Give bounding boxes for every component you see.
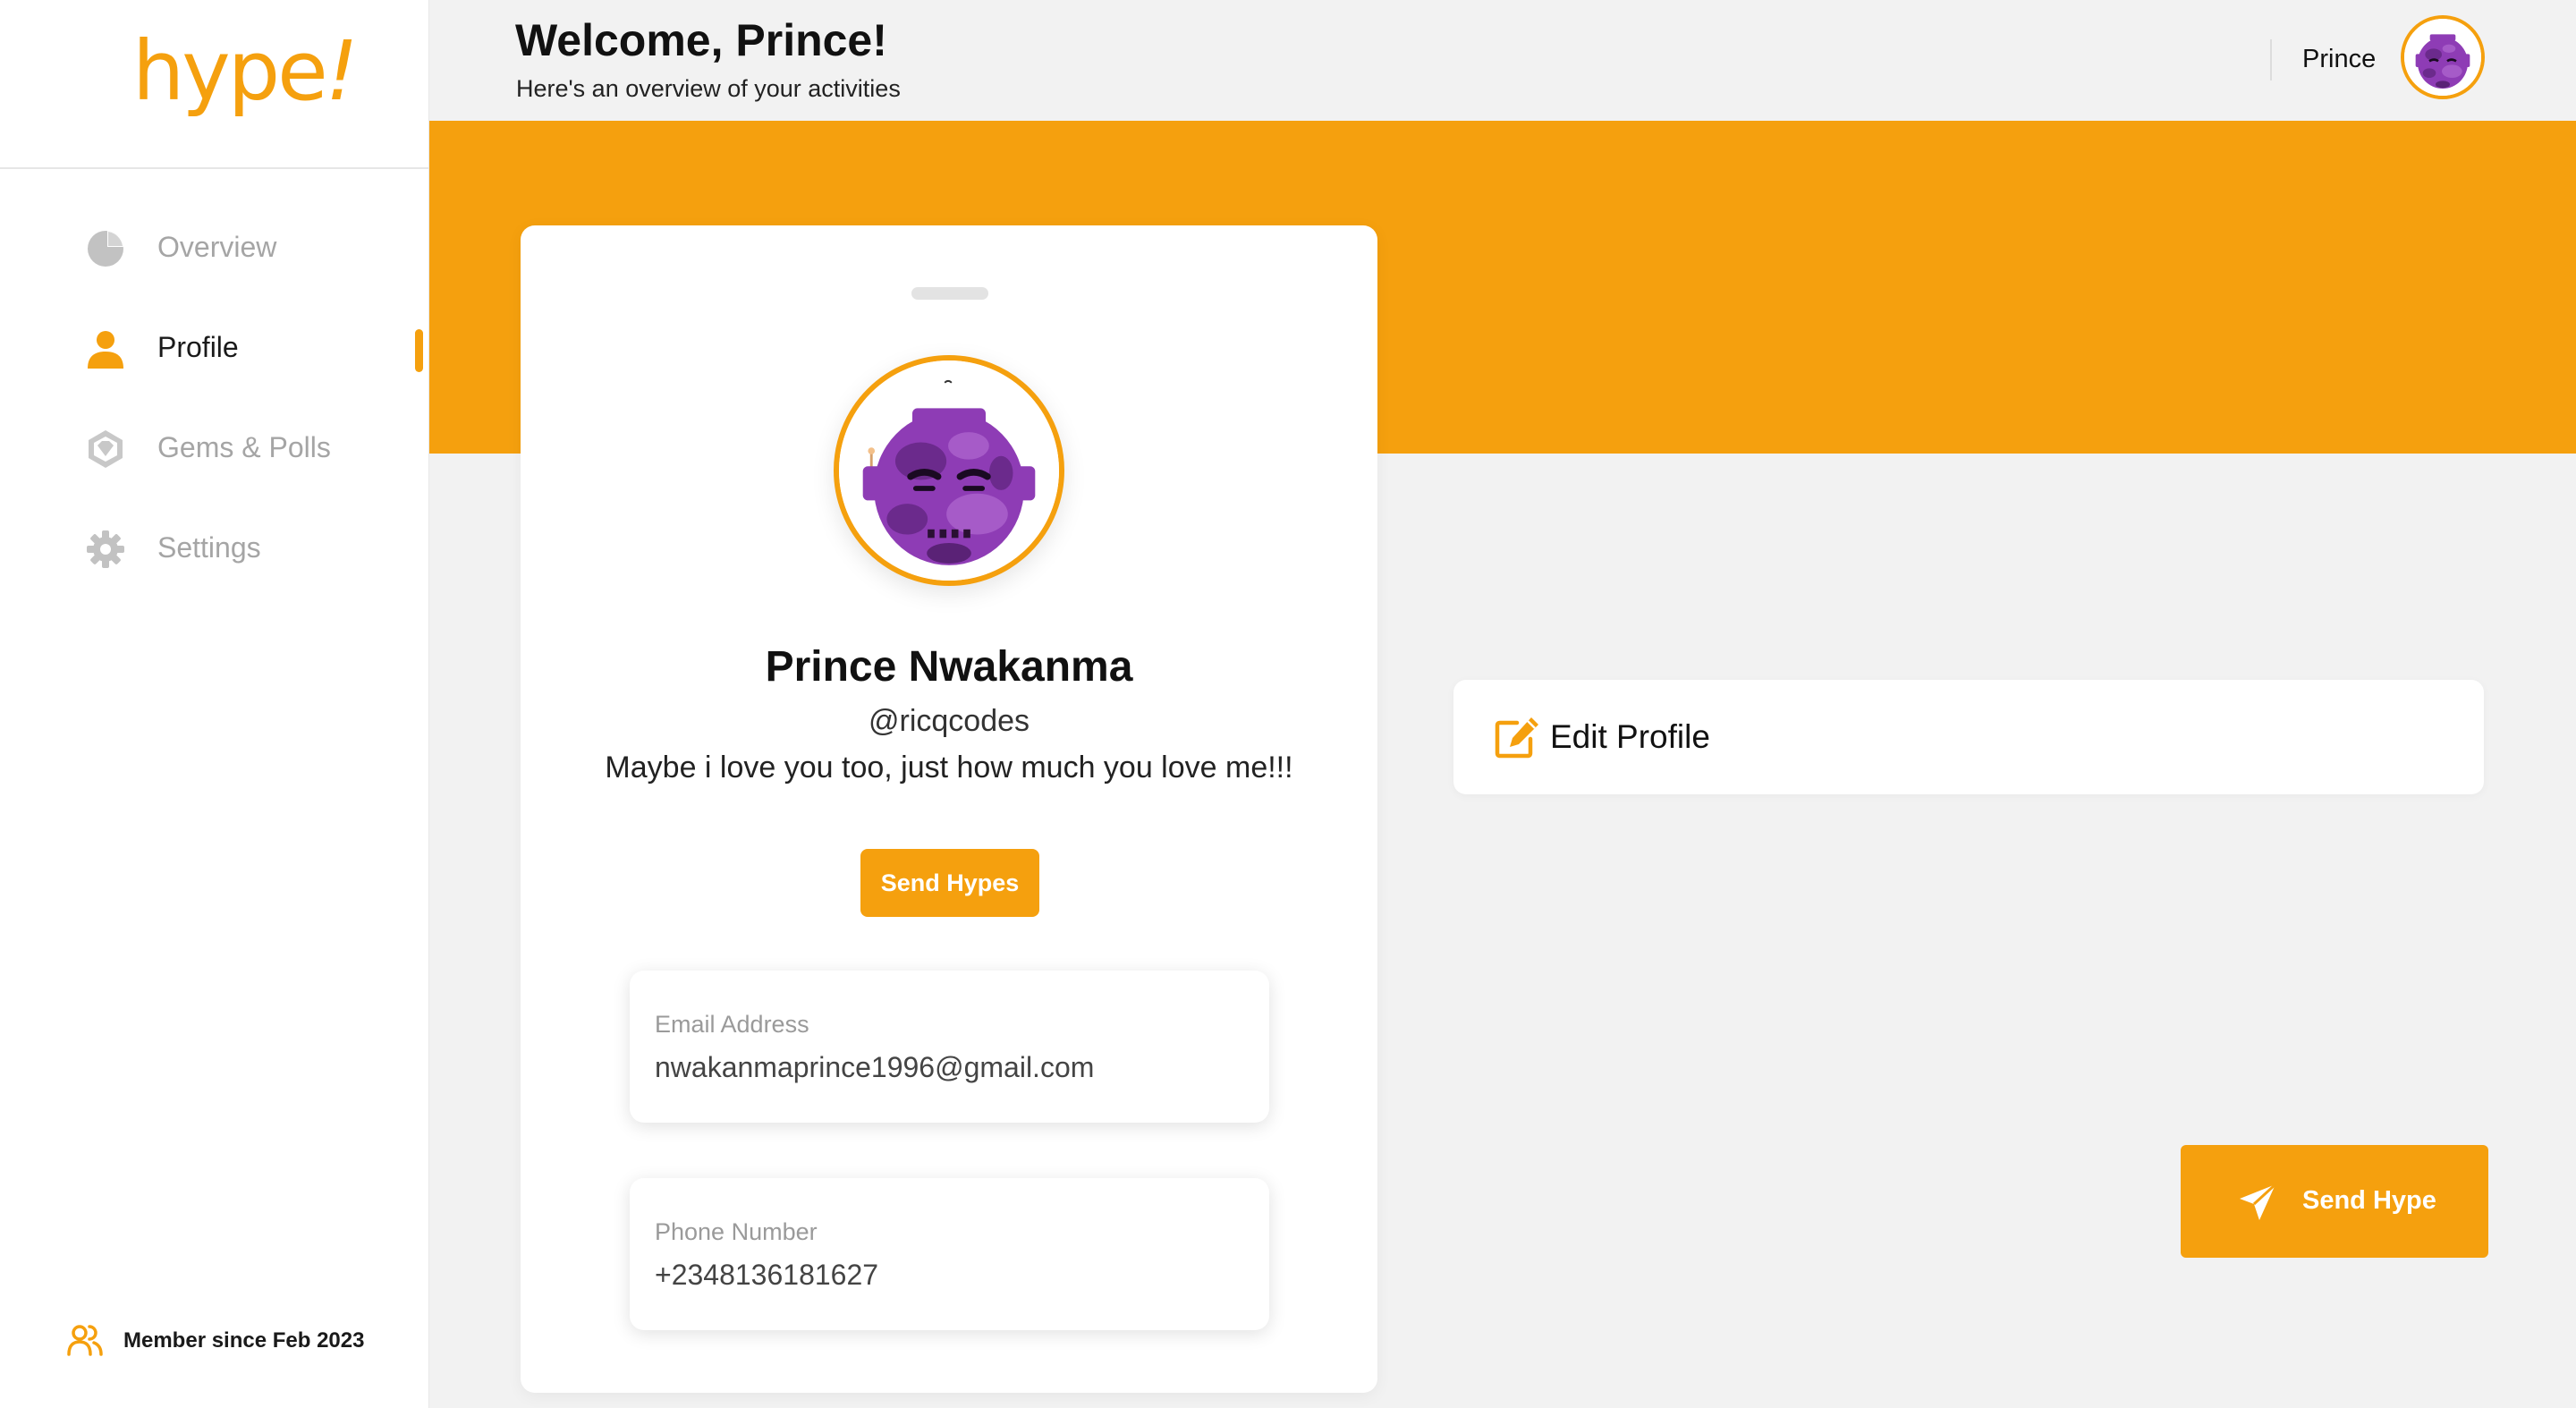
sidebar-item-gems-polls[interactable]: Gems & Polls — [0, 399, 428, 499]
top-header: Welcome, Prince! Here's an overview of y… — [429, 0, 2576, 121]
sidebar-item-overview[interactable]: Overview — [0, 199, 428, 299]
card-handle — [911, 287, 988, 300]
member-since: Member since Feb 2023 — [66, 1322, 364, 1360]
phone-field[interactable]: Phone Number +2348136181627 — [630, 1178, 1269, 1330]
email-value: nwakanmaprince1996@gmail.com — [655, 1051, 1095, 1083]
email-field[interactable]: Email Address nwakanmaprince1996@gmail.c… — [630, 971, 1269, 1123]
avatar-image — [839, 360, 1059, 581]
page-title: Welcome, Prince! — [515, 15, 887, 65]
profile-card: Prince Nwakanma @ricqcodes Maybe i love … — [521, 225, 1377, 1393]
edit-icon — [1495, 717, 1538, 759]
sidebar-item-label: Profile — [157, 331, 239, 363]
email-label: Email Address — [655, 1011, 809, 1038]
edit-profile-button[interactable]: Edit Profile — [1453, 680, 2484, 794]
gear-icon — [87, 530, 124, 568]
send-hype-button[interactable]: Send Hype — [2181, 1145, 2488, 1258]
profile-avatar[interactable] — [834, 355, 1064, 586]
edit-profile-label: Edit Profile — [1550, 718, 1710, 755]
users-icon — [67, 1325, 103, 1356]
send-hype-label: Send Hype — [2302, 1186, 2436, 1215]
profile-bio: Maybe i love you too, just how much you … — [605, 751, 1293, 785]
sidebar-item-settings[interactable]: Settings — [0, 499, 428, 599]
sidebar-item-label: Gems & Polls — [157, 431, 331, 463]
pie-chart-icon — [88, 231, 123, 267]
sidebar: hype! Overview Profile Gems & Polls Sett… — [0, 0, 429, 1408]
header-user-name[interactable]: Prince — [2302, 45, 2376, 74]
profile-handle: @ricqcodes — [868, 704, 1030, 738]
active-indicator — [415, 329, 423, 372]
page-subtitle: Here's an overview of your activities — [516, 75, 901, 102]
send-hypes-button[interactable]: Send Hypes — [860, 849, 1039, 917]
sidebar-item-label: Overview — [157, 231, 277, 263]
app-logo[interactable]: hype! — [132, 23, 359, 119]
sidebar-item-profile[interactable]: Profile — [0, 299, 428, 399]
phone-value: +2348136181627 — [655, 1259, 879, 1291]
header-divider — [2270, 39, 2272, 81]
logo-bang: ! — [325, 23, 359, 119]
member-since-text: Member since Feb 2023 — [123, 1328, 365, 1353]
sidebar-nav: Overview Profile Gems & Polls Settings — [0, 199, 428, 599]
avatar[interactable] — [2401, 15, 2485, 99]
logo-text: hype — [132, 23, 328, 119]
phone-label: Phone Number — [655, 1218, 818, 1245]
sidebar-item-label: Settings — [157, 531, 261, 564]
send-icon — [2240, 1183, 2277, 1220]
avatar-image — [2404, 19, 2481, 96]
user-icon — [88, 331, 123, 369]
logo-area: hype! — [0, 0, 428, 169]
profile-name: Prince Nwakanma — [765, 643, 1133, 691]
gem-icon — [89, 430, 123, 468]
